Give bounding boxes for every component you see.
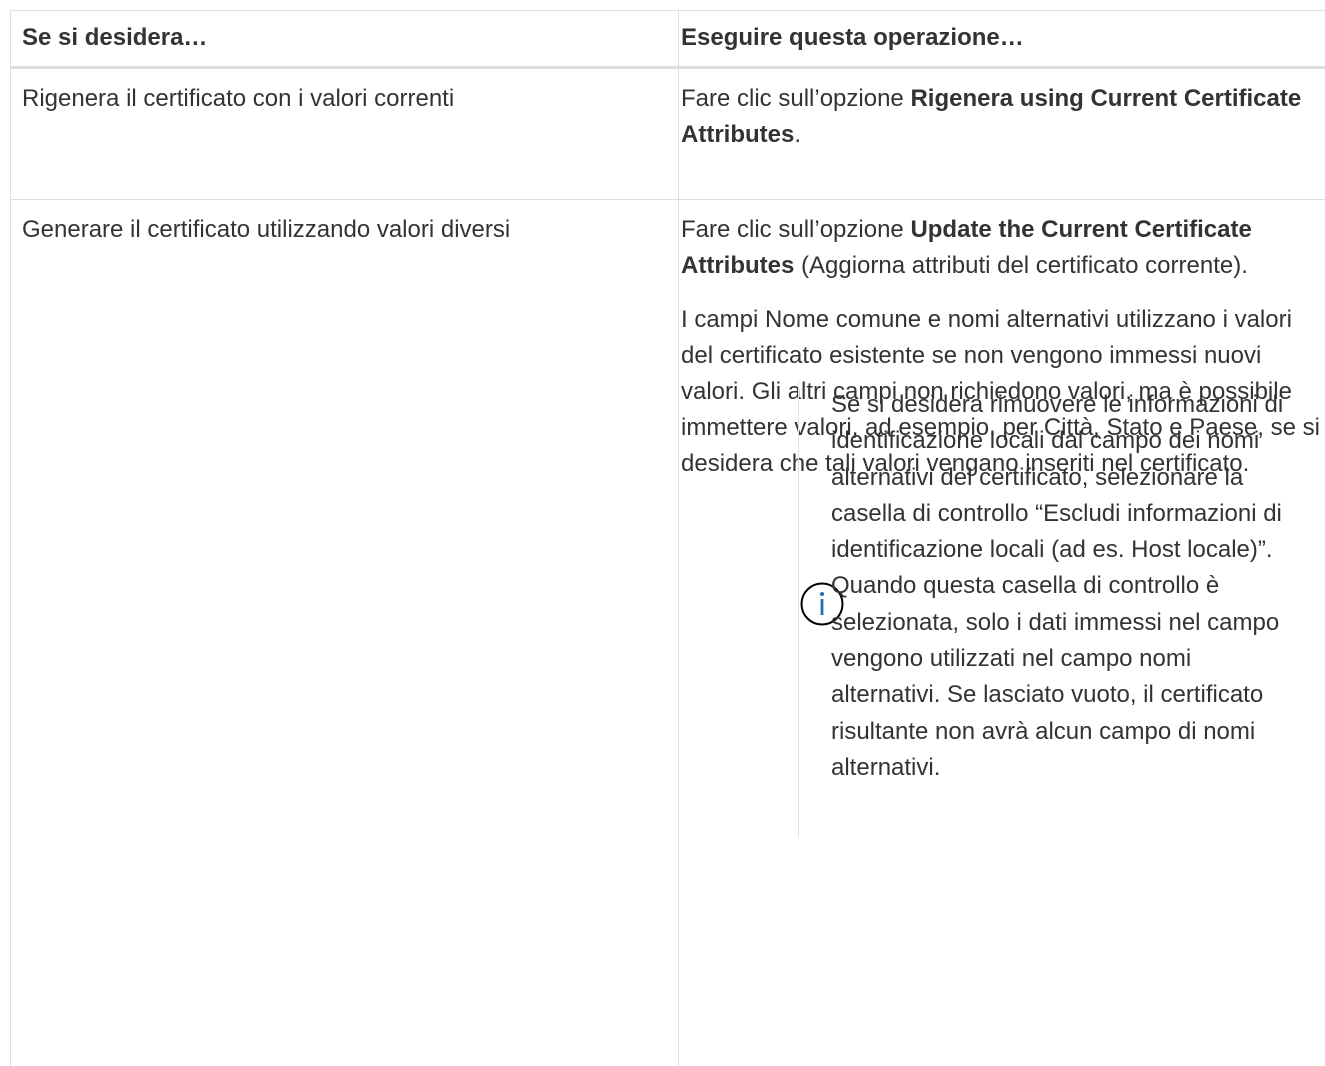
row-action-text: Fare clic sull’opzione Rigenera using Cu… bbox=[681, 81, 1321, 153]
options-table: Se si desidera… Eseguire questa operazio… bbox=[10, 10, 1325, 1066]
note-text: Se si desidera rimuovere le informazioni… bbox=[831, 391, 1284, 781]
action-prefix: Fare clic sull’opzione bbox=[681, 85, 911, 112]
row-action-text: Fare clic sull’opzione Update the Curren… bbox=[681, 212, 1321, 284]
header-if-you-want: Se si desidera… bbox=[22, 24, 208, 51]
row-want-text: Generare il certificato utilizzando valo… bbox=[22, 216, 511, 243]
row-want-text: Rigenera il certificato con i valori cor… bbox=[22, 85, 455, 112]
action-suffix: . bbox=[794, 121, 802, 148]
table-row: Rigenera il certificato con i valori cor… bbox=[11, 69, 1325, 200]
action-suffix: (Aggiorna attributi del certificato corr… bbox=[794, 252, 1248, 279]
header-do-this: Eseguire questa operazione… bbox=[681, 24, 1024, 51]
info-note: Se si desidera rimuovere le informazioni… bbox=[681, 381, 1325, 841]
note-divider bbox=[798, 381, 799, 837]
table-header: Se si desidera… Eseguire questa operazio… bbox=[11, 11, 1325, 69]
action-prefix: Fare clic sull’opzione bbox=[681, 216, 911, 243]
